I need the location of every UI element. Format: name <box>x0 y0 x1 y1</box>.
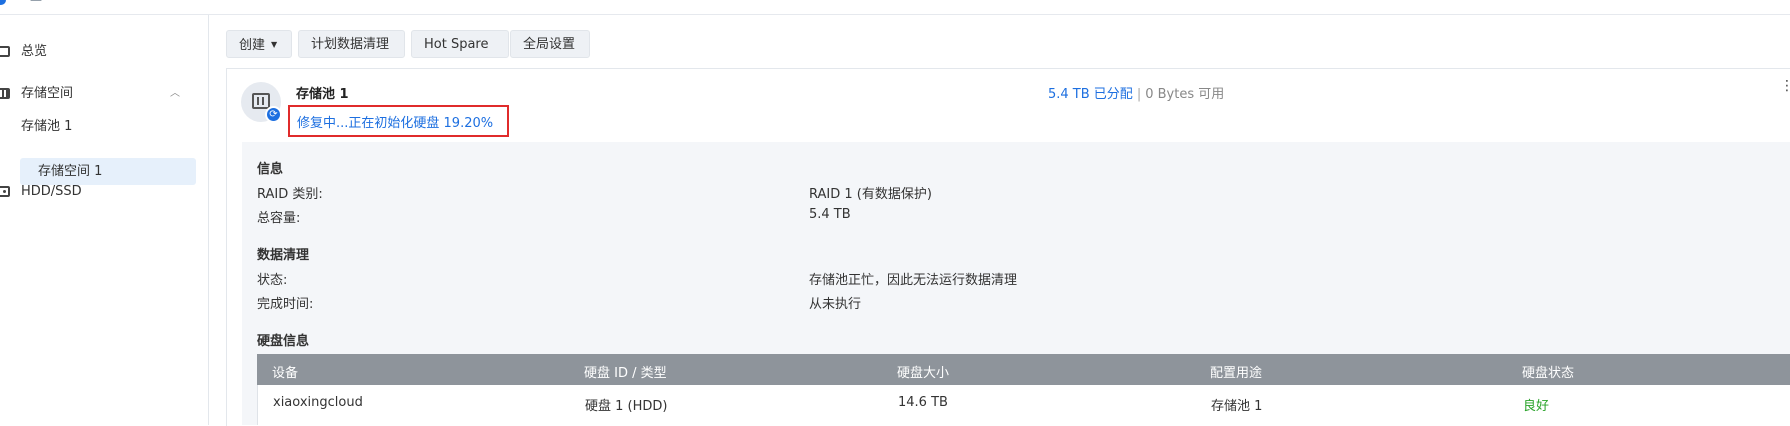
sidebar-item-hdd-ssd[interactable]: HDD/SSD <box>0 178 200 206</box>
disk-id-cell: 硬盘 1 (HDD) <box>585 399 668 414</box>
finish-time-label: 完成时间: <box>257 297 314 312</box>
disk-table-header: 设备 硬盘 ID / 类型 硬盘大小 配置用途 硬盘状态 <box>257 354 1790 385</box>
window-title: — <box>30 0 42 7</box>
raid-type-label: RAID 类别: <box>257 187 323 202</box>
sidebar-item-label: 存储空间 <box>21 86 74 101</box>
create-button[interactable]: 创建 ▼ <box>226 30 292 58</box>
hot-spare-button[interactable]: Hot Spare <box>411 30 509 58</box>
storage-icon <box>0 88 10 99</box>
pool-title: 存储池 1 <box>296 87 349 102</box>
caret-down-icon: ▼ <box>271 40 278 49</box>
pool-usage: 5.4 TB 已分配 | 0 Bytes 可用 <box>1048 83 1224 102</box>
storage-pool-icon: ⟳ <box>241 82 282 123</box>
scrub-section-title: 数据清理 <box>257 248 310 263</box>
disk-info-section-title: 硬盘信息 <box>257 334 310 349</box>
scrub-status-value: 存储池正忙，因此无法运行数据清理 <box>809 273 1018 288</box>
raid-type-value: RAID 1 (有数据保护) <box>809 187 932 202</box>
more-options-icon[interactable]: ⋮ <box>1780 78 1790 94</box>
top-bar: — ˇ <box>0 0 1790 15</box>
hdd-icon <box>0 186 10 197</box>
sidebar-item-overview[interactable]: 总览 <box>0 38 200 66</box>
sync-icon: ⟳ <box>265 106 282 123</box>
column-header-disk-size[interactable]: 硬盘大小 <box>897 362 949 381</box>
scrub-schedule-button[interactable]: 计划数据清理 <box>298 30 405 58</box>
overview-icon <box>0 46 10 57</box>
available-size: 0 Bytes 可用 <box>1145 87 1225 102</box>
capacity-label: 总容量: <box>257 211 301 226</box>
usage-cell: 存储池 1 <box>1211 399 1263 414</box>
global-settings-button[interactable]: 全局设置 <box>510 30 590 58</box>
column-header-usage[interactable]: 配置用途 <box>1210 362 1262 381</box>
sidebar-item-label: HDD/SSD <box>21 184 82 199</box>
capacity-value: 5.4 TB <box>809 207 851 222</box>
pool-status-link[interactable]: 修复中...正在初始化硬盘 19.20% <box>297 112 493 131</box>
disk-status-cell: 良好 <box>1523 399 1550 414</box>
sidebar-item-pool[interactable]: 存储池 1 <box>21 115 72 139</box>
finish-time-value: 从未执行 <box>809 297 862 312</box>
table-row[interactable]: xiaoxingcloud 硬盘 1 (HDD) 14.6 TB 存储池 1 良… <box>257 385 1790 425</box>
disk-size-cell: 14.6 TB <box>898 395 948 410</box>
sidebar: 总览 存储空间 ︿ 存储池 1 存储空间 1 HDD/SSD <box>0 15 209 425</box>
pool-status-highlight: 修复中...正在初始化硬盘 19.20% <box>288 105 509 137</box>
window-control-icon[interactable]: ˇ <box>1752 0 1757 5</box>
column-header-disk-id[interactable]: 硬盘 ID / 类型 <box>584 362 667 381</box>
sidebar-item-storage-space[interactable]: 存储空间 ︿ <box>0 80 200 108</box>
info-section-title: 信息 <box>257 162 284 177</box>
create-button-label: 创建 <box>239 38 266 53</box>
pool-box-icon <box>252 93 270 109</box>
app-logo-icon <box>0 0 6 5</box>
chevron-up-icon[interactable]: ︿ <box>170 80 180 108</box>
allocated-size: 5.4 TB 已分配 <box>1048 87 1133 102</box>
column-header-disk-status[interactable]: 硬盘状态 <box>1522 362 1574 381</box>
sidebar-item-label: 总览 <box>21 44 48 59</box>
column-header-device[interactable]: 设备 <box>272 362 298 381</box>
scrub-status-label: 状态: <box>257 273 288 288</box>
usage-separator: | <box>1136 87 1142 102</box>
device-cell: xiaoxingcloud <box>273 395 363 410</box>
